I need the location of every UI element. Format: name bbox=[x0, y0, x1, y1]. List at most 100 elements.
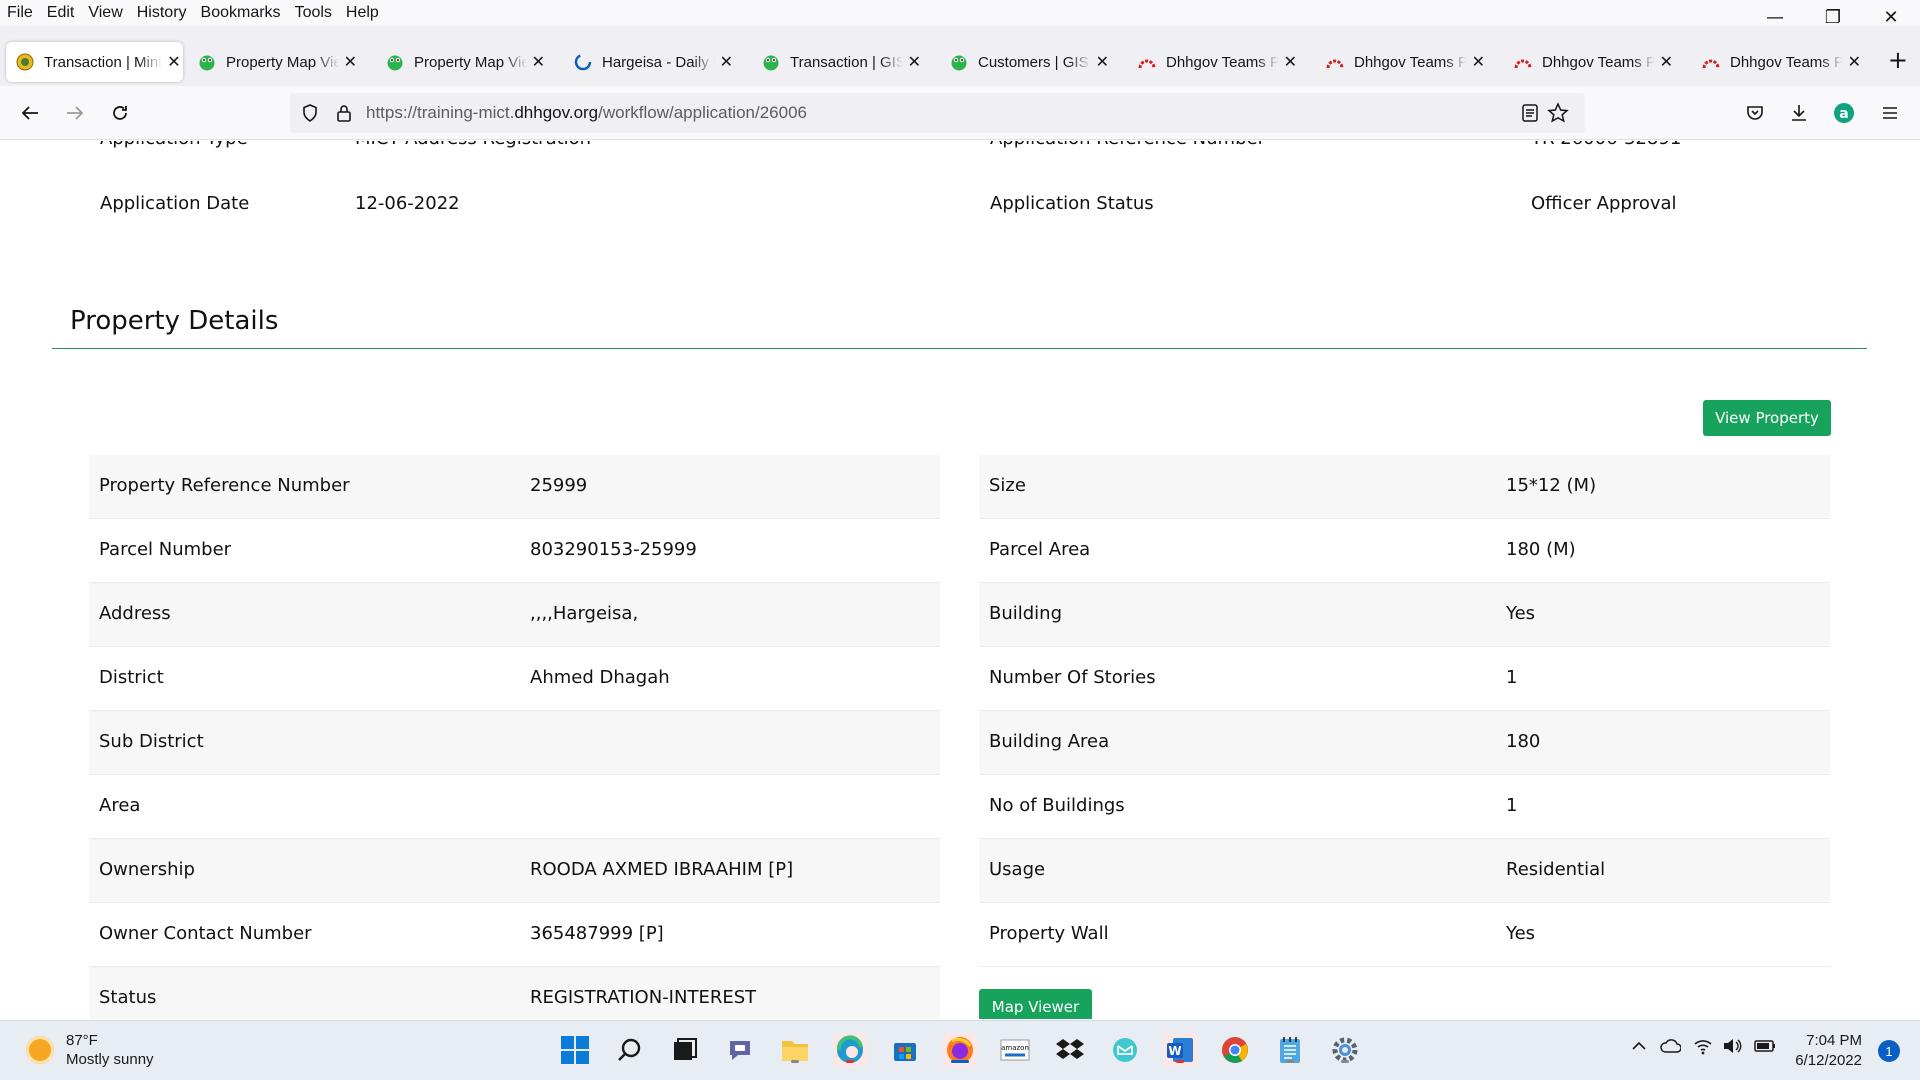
teams-chat-icon[interactable] bbox=[723, 1033, 757, 1067]
detail-label: Usage bbox=[989, 859, 1046, 880]
microsoft-store-icon[interactable] bbox=[888, 1033, 922, 1067]
account-avatar-icon[interactable]: a bbox=[1829, 98, 1859, 128]
weather-description: Mostly sunny bbox=[66, 1051, 154, 1068]
system-clock[interactable]: 7:04 PM 6/12/2022 bbox=[1795, 1031, 1862, 1071]
tab-label: Dhhgov Teams Po bbox=[1730, 53, 1843, 71]
menu-edit[interactable]: Edit bbox=[47, 4, 75, 22]
application-reference-label: Application Reference Number bbox=[990, 141, 1265, 149]
browser-tab[interactable]: Dhhgov Teams Po ✕ bbox=[1316, 42, 1486, 82]
detail-row: Sub District bbox=[89, 711, 940, 775]
volume-icon[interactable] bbox=[1722, 1037, 1742, 1060]
browser-tab[interactable]: Dhhgov Teams Po ✕ bbox=[1128, 42, 1298, 82]
close-tab-icon[interactable]: ✕ bbox=[1847, 52, 1862, 72]
url-text[interactable]: https://training-mict.dhhgov.org/workflo… bbox=[366, 103, 807, 123]
notepad-icon[interactable] bbox=[1273, 1033, 1307, 1067]
detail-row: Building Yes bbox=[979, 583, 1830, 647]
browser-tab[interactable]: Customers | GIS P ✕ bbox=[940, 42, 1110, 82]
reload-icon[interactable] bbox=[105, 98, 135, 128]
detail-label: Building bbox=[989, 603, 1063, 624]
menu-help[interactable]: Help bbox=[346, 4, 379, 22]
reader-view-icon[interactable] bbox=[1518, 101, 1542, 125]
wifi-icon[interactable] bbox=[1693, 1037, 1713, 1060]
mail-icon[interactable] bbox=[1108, 1033, 1142, 1067]
running-indicator bbox=[846, 1060, 854, 1063]
edge-browser-icon[interactable] bbox=[833, 1033, 867, 1067]
new-tab-button[interactable]: + bbox=[1888, 46, 1908, 74]
word-icon[interactable]: W bbox=[1163, 1033, 1197, 1067]
detail-value: REGISTRATION-INTEREST bbox=[530, 987, 757, 1008]
application-type-label: Application Type bbox=[100, 141, 248, 149]
detail-value: 180 bbox=[1506, 731, 1541, 752]
tab-label: Dhhgov Teams Po bbox=[1354, 53, 1467, 71]
property-details-right-table: Size 15*12 (M) Parcel Area 180 (M) Building Y… bbox=[979, 455, 1830, 967]
chrome-icon[interactable] bbox=[1218, 1033, 1252, 1067]
download-icon[interactable] bbox=[1784, 98, 1814, 128]
browser-tab[interactable]: Transaction | Mini ✕ bbox=[6, 42, 183, 82]
detail-value: ,,,,Hargeisa, bbox=[530, 603, 639, 624]
task-view-icon[interactable] bbox=[668, 1033, 702, 1067]
lock-icon[interactable] bbox=[332, 101, 356, 125]
browser-tab[interactable]: Dhhgov Teams Po ✕ bbox=[1504, 42, 1674, 82]
close-tab-icon[interactable]: ✕ bbox=[531, 52, 546, 72]
menu-view[interactable]: View bbox=[88, 4, 122, 22]
browser-tab[interactable]: Transaction | GIS ✕ bbox=[752, 42, 922, 82]
detail-label: Ownership bbox=[99, 859, 195, 880]
view-property-button[interactable]: View Property bbox=[1703, 400, 1831, 436]
application-reference-value: TR-26006-32891 bbox=[1531, 141, 1681, 149]
detail-value: Yes bbox=[1506, 923, 1536, 944]
clock-time: 7:04 PM bbox=[1806, 1032, 1862, 1049]
forward-arrow-icon[interactable] bbox=[60, 98, 90, 128]
bookmark-star-icon[interactable] bbox=[1546, 101, 1570, 125]
firefox-icon[interactable] bbox=[943, 1033, 977, 1067]
shield-icon[interactable] bbox=[298, 101, 322, 125]
detail-value: 25999 bbox=[530, 475, 588, 496]
menu-file[interactable]: File bbox=[7, 4, 33, 22]
pocket-icon[interactable] bbox=[1740, 98, 1770, 128]
search-icon[interactable] bbox=[613, 1033, 647, 1067]
windows-start-icon[interactable] bbox=[558, 1033, 592, 1067]
detail-row: Number Of Stories 1 bbox=[979, 647, 1830, 711]
browser-tab[interactable]: Property Map Vie ✕ bbox=[376, 42, 546, 82]
url-bar[interactable]: https://training-mict.dhhgov.org/workflo… bbox=[290, 93, 1585, 133]
close-tab-icon[interactable]: ✕ bbox=[1659, 52, 1674, 72]
battery-icon[interactable] bbox=[1753, 1037, 1777, 1060]
close-tab-icon[interactable]: ✕ bbox=[1283, 52, 1298, 72]
close-tab-icon[interactable]: ✕ bbox=[907, 52, 922, 72]
browser-tab[interactable]: Property Map Vie ✕ bbox=[188, 42, 358, 82]
running-indicator bbox=[1286, 1060, 1294, 1063]
file-explorer-icon[interactable] bbox=[778, 1033, 812, 1067]
detail-value: ROODA AXMED IBRAAHIM [P] bbox=[530, 859, 794, 880]
application-status-value: Officer Approval bbox=[1531, 193, 1677, 214]
close-tab-icon[interactable]: ✕ bbox=[1471, 52, 1486, 72]
weather-widget[interactable]: 87°F Mostly sunny bbox=[26, 1031, 154, 1069]
close-tab-icon[interactable]: ✕ bbox=[166, 52, 182, 72]
back-arrow-icon[interactable] bbox=[15, 98, 45, 128]
notification-badge[interactable]: 1 bbox=[1878, 1040, 1900, 1062]
svg-text:amazon: amazon bbox=[1001, 1044, 1029, 1052]
browser-tab[interactable]: Hargeisa - Daily r ✕ bbox=[564, 42, 734, 82]
close-tab-icon[interactable]: ✕ bbox=[343, 52, 358, 72]
browser-tab[interactable]: Dhhgov Teams Po ✕ bbox=[1692, 42, 1862, 82]
taskbar: 87°F Mostly sunny amazon W 7:04 PM 6/12/… bbox=[0, 1020, 1920, 1080]
amazon-icon[interactable]: amazon bbox=[998, 1033, 1032, 1067]
running-indicator bbox=[1341, 1060, 1349, 1063]
detail-value: Yes bbox=[1506, 603, 1536, 624]
chevron-up-icon[interactable] bbox=[1630, 1037, 1648, 1060]
onedrive-cloud-icon[interactable] bbox=[1659, 1037, 1682, 1060]
menu-history[interactable]: History bbox=[137, 4, 187, 22]
detail-value: 15*12 (M) bbox=[1506, 475, 1597, 496]
detail-value: 180 (M) bbox=[1506, 539, 1576, 560]
detail-value: 1 bbox=[1506, 667, 1518, 688]
property-details-left-table: Property Reference Number 25999 Parcel Num… bbox=[89, 455, 940, 1019]
close-tab-icon[interactable]: ✕ bbox=[1095, 52, 1110, 72]
menu-bookmarks[interactable]: Bookmarks bbox=[201, 4, 281, 22]
loading-icon bbox=[574, 53, 592, 71]
settings-gear-icon[interactable] bbox=[1328, 1033, 1362, 1067]
menu-tools[interactable]: Tools bbox=[295, 4, 332, 22]
hamburger-menu-icon[interactable] bbox=[1875, 98, 1905, 128]
map-viewer-button[interactable]: Map Viewer bbox=[979, 989, 1092, 1019]
dropbox-icon[interactable] bbox=[1053, 1033, 1087, 1067]
svg-text:a: a bbox=[1839, 106, 1848, 122]
close-tab-icon[interactable]: ✕ bbox=[719, 52, 734, 72]
tab-label: Dhhgov Teams Po bbox=[1166, 53, 1279, 71]
